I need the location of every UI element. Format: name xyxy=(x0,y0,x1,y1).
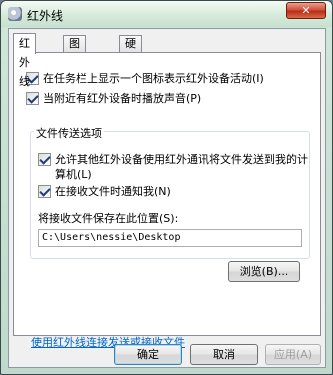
tab-infrared[interactable]: 红外线 xyxy=(13,33,36,88)
allow-send-option[interactable]: 允许其他红外设备使用红外通讯将文件发送到我的计 xyxy=(38,151,308,167)
cancel-button[interactable]: 取消 xyxy=(190,344,258,365)
close-button[interactable]: ✕ xyxy=(286,2,326,19)
title-bar[interactable]: 红外线 ✕ xyxy=(1,1,332,27)
infrared-app-icon xyxy=(8,7,22,21)
apply-button[interactable]: 应用(A) xyxy=(265,344,321,365)
allow-send-checkbox[interactable] xyxy=(38,152,51,166)
save-location-input[interactable]: C:\Users\nessie\Desktop xyxy=(38,229,302,247)
save-location-label: 将接收文件保存在此位置(S): xyxy=(38,212,179,225)
browse-button[interactable]: 浏览(B)... xyxy=(228,261,300,282)
play-sound-option[interactable]: 当附近有红外设备时播放声音(P) xyxy=(26,90,201,106)
taskbar-icon-label: 在任务栏上显示一个图标表示红外设备活动(I) xyxy=(43,72,264,85)
play-sound-checkbox[interactable] xyxy=(26,91,39,105)
play-sound-label: 当附近有红外设备时播放声音(P) xyxy=(43,92,202,105)
tab-panel-infrared: 在任务栏上显示一个图标表示红外设备活动(I) 当附近有红外设备时播放声音(P) … xyxy=(13,52,321,349)
tab-image-transfer[interactable]: 图像传送 xyxy=(63,35,86,98)
window-title: 红外线 xyxy=(27,9,64,23)
dialog-window: 红外线 ✕ 红外线 图像传送 硬件 在任务栏上显示一个图标表示红外设备活动(I)… xyxy=(0,0,333,375)
allow-send-label-line1: 允许其他红外设备使用红外通讯将文件发送到我的计 xyxy=(55,153,308,166)
allow-send-label-line2: 算机(L) xyxy=(55,168,92,181)
taskbar-icon-option[interactable]: 在任务栏上显示一个图标表示红外设备活动(I) xyxy=(26,70,264,86)
notify-receive-checkbox[interactable] xyxy=(38,184,51,198)
notify-receive-label: 在接收文件时通知我(N) xyxy=(55,185,171,198)
dialog-client-area: 红外线 图像传送 硬件 在任务栏上显示一个图标表示红外设备活动(I) 当附近有红… xyxy=(8,28,326,368)
notify-receive-option[interactable]: 在接收文件时通知我(N) xyxy=(38,183,171,199)
tab-hardware[interactable]: 硬件 xyxy=(119,35,142,66)
ok-button[interactable]: 确定 xyxy=(114,344,182,365)
file-transfer-group-title: 文件传送选项 xyxy=(34,125,104,141)
